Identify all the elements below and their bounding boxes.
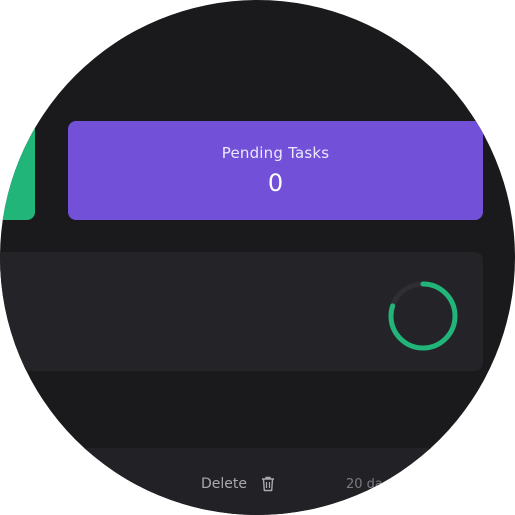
progress-ring: [388, 281, 458, 351]
pending-tasks-title: Pending Tasks: [221, 144, 330, 162]
completed-tasks-card[interactable]: [0, 122, 35, 220]
task-date: 20 da: [346, 477, 383, 492]
task-row: ✎ Delete 20 da: [0, 448, 500, 515]
delete-button[interactable]: Delete: [201, 476, 275, 492]
pending-tasks-card[interactable]: Pending Tasks 0: [68, 121, 483, 220]
trash-icon: [262, 476, 274, 492]
edit-icon[interactable]: ✎: [120, 476, 130, 487]
delete-label: Delete: [201, 476, 247, 492]
app-viewport: Pending Tasks 0 ✎ Delete 20 da: [0, 0, 515, 515]
progress-panel: [0, 252, 483, 371]
pending-tasks-count: 0: [267, 169, 284, 197]
